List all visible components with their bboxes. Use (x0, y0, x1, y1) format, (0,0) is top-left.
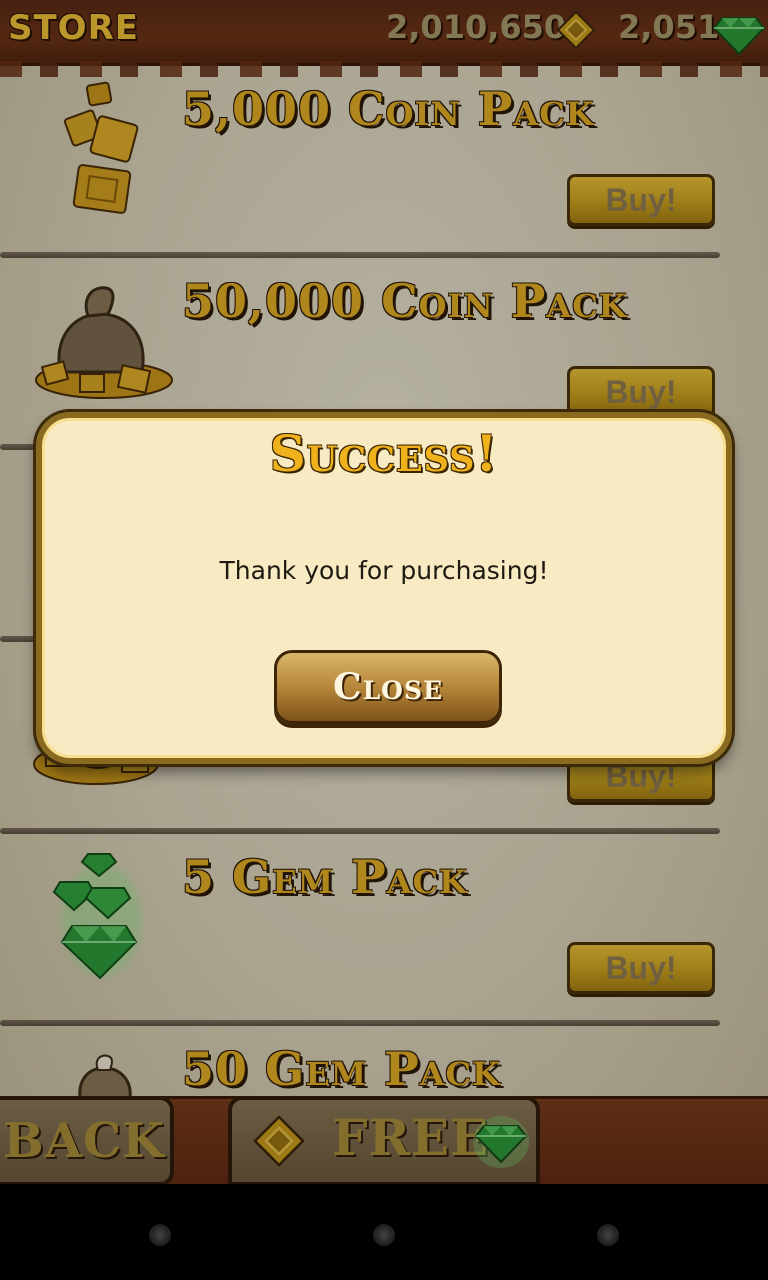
success-dialog: Success! Thank you for purchasing! Close (36, 412, 732, 764)
recents-nav-icon[interactable] (597, 1224, 619, 1246)
back-nav-icon[interactable] (149, 1224, 171, 1246)
store-screen: STORE 2,010,650 2,051 5,000 Coin Pack Bu… (0, 0, 768, 1184)
close-button-label: Close (332, 666, 444, 708)
dialog-title: Success! (269, 424, 499, 483)
dialog-message: Thank you for purchasing! (219, 556, 549, 585)
home-nav-icon[interactable] (373, 1224, 395, 1246)
close-button[interactable]: Close (274, 650, 502, 724)
